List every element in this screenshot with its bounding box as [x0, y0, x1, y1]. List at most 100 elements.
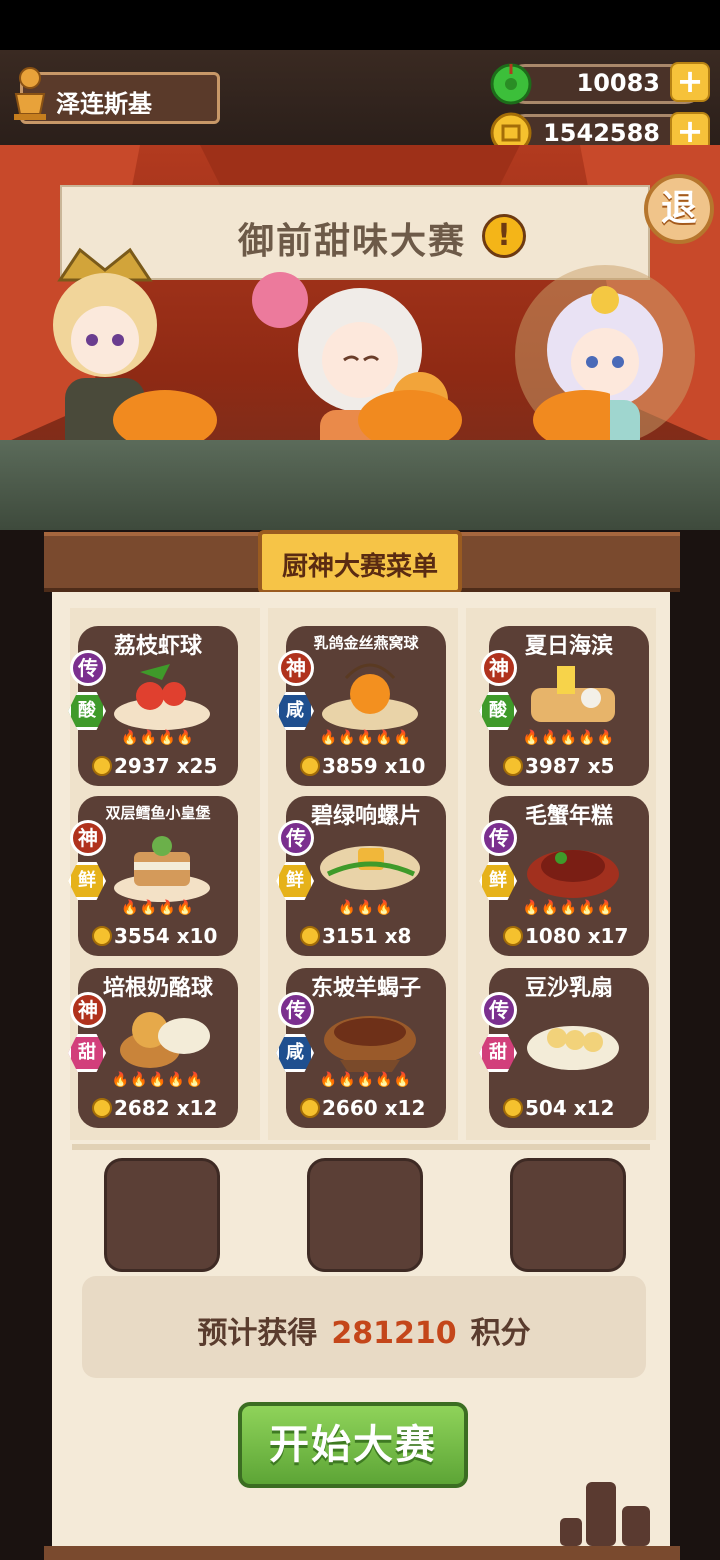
jade-value: 10083 — [576, 69, 661, 97]
coin-icon — [503, 756, 523, 776]
menu-divider — [72, 1144, 650, 1150]
dish-card[interactable]: 碧绿响螺片 传 鲜 🔥🔥🔥 3151 x8 — [276, 796, 446, 956]
dish-qty: x12 — [573, 1096, 615, 1120]
dish-card[interactable]: 东坡羊蝎子 传 咸 🔥🔥🔥🔥🔥 2660 x12 — [276, 968, 446, 1128]
rank-badge: 传 — [278, 820, 314, 856]
rank-badge: 神 — [70, 992, 106, 1028]
coin-icon — [300, 1098, 320, 1118]
dish-name: 毛蟹年糕 — [524, 804, 613, 829]
dish-image — [120, 1012, 210, 1068]
rank-badge: 神 — [481, 650, 517, 686]
dish-qty: x12 — [176, 1096, 218, 1120]
dish-name: 碧绿响螺片 — [310, 804, 421, 829]
dish-name: 夏日海滨 — [524, 634, 613, 659]
dish-price-row: 2682 x12 — [92, 1096, 232, 1126]
dish-price-row: 3554 x10 — [92, 924, 232, 954]
judge-table — [0, 440, 720, 530]
dish-name: 东坡羊蝎子 — [310, 976, 421, 1001]
dish-card[interactable]: 豆沙乳扇 传 甜 504 x12 — [479, 968, 649, 1128]
dish-image — [322, 663, 418, 730]
dish-price-row: 3151 x8 — [300, 924, 440, 954]
menu-title: 厨神大赛菜单 — [281, 552, 438, 582]
rank-badge: 传 — [278, 992, 314, 1028]
start-contest-button[interactable]: 开始大赛 — [238, 1402, 468, 1488]
dish-image — [527, 1026, 619, 1070]
coin-icon — [300, 926, 320, 946]
dish-image — [324, 1016, 416, 1072]
dish-image — [527, 850, 619, 898]
dish-price: 3987 — [525, 754, 581, 778]
dish-name: 培根奶酪球 — [102, 976, 213, 1001]
rank-badge: 传 — [481, 992, 517, 1028]
dish-price: 2660 — [322, 1096, 378, 1120]
dish-price-row: 3987 x5 — [503, 754, 643, 784]
coin-icon — [300, 756, 320, 776]
status-bar — [0, 0, 720, 50]
estimate-value: 281210 — [331, 1316, 457, 1351]
dish-qty: x10 — [384, 754, 426, 778]
rank-badge: 传 — [70, 650, 106, 686]
coin-icon — [503, 926, 523, 946]
dish-price-row: 2660 x12 — [300, 1096, 440, 1126]
jars-decoration — [560, 1482, 650, 1546]
heat-flames-icon: 🔥🔥🔥🔥 — [121, 730, 195, 746]
dish-qty: x8 — [384, 924, 412, 948]
dish-slot-1[interactable] — [104, 1158, 220, 1272]
dish-price: 504 — [525, 1096, 567, 1120]
coin-icon — [92, 1098, 112, 1118]
dish-price: 1080 — [525, 924, 581, 948]
dish-slot-3[interactable] — [510, 1158, 626, 1272]
dish-card[interactable]: 毛蟹年糕 传 鲜 🔥🔥🔥🔥🔥 1080 x17 — [479, 796, 649, 956]
heat-flames-icon: 🔥🔥🔥🔥🔥 — [111, 1072, 205, 1088]
dish-price: 3554 — [114, 924, 170, 948]
estimate-suffix: 积分 — [470, 1316, 531, 1351]
heat-flames-icon: 🔥🔥🔥🔥🔥 — [522, 900, 616, 916]
bottom-rail — [44, 1546, 680, 1560]
dish-price-row: 3859 x10 — [300, 754, 440, 784]
dish-card[interactable]: 双层鳕鱼小皇堡 神 鲜 🔥🔥🔥🔥 3554 x10 — [68, 796, 238, 956]
dish-price: 3859 — [322, 754, 378, 778]
coin-icon — [92, 756, 112, 776]
dish-card[interactable]: 乳鸽金丝燕窝球 神 咸 🔥🔥🔥🔥🔥 3859 x10 — [276, 626, 446, 786]
estimate-prefix: 预计获得 — [197, 1316, 318, 1351]
heat-flames-icon: 🔥🔥🔥🔥🔥 — [319, 730, 413, 746]
jade-icon — [490, 63, 532, 105]
rank-badge: 传 — [481, 820, 517, 856]
dish-qty: x25 — [176, 754, 218, 778]
dish-price-row: 2937 x25 — [92, 754, 232, 784]
exit-button[interactable]: 退 — [644, 174, 714, 244]
dish-card[interactable]: 荔枝虾球 传 酸 🔥🔥🔥🔥 2937 x25 — [68, 626, 238, 786]
dish-price: 2682 — [114, 1096, 170, 1120]
dish-name: 荔枝虾球 — [113, 634, 202, 659]
chef-trophy-icon — [14, 67, 46, 120]
dish-qty: x5 — [587, 754, 615, 778]
dish-name: 乳鸽金丝燕窝球 — [313, 634, 419, 652]
dish-card[interactable]: 夏日海滨 神 酸 🔥🔥🔥🔥🔥 3987 x5 — [479, 626, 649, 786]
dish-card[interactable]: 培根奶酪球 神 甜 🔥🔥🔥🔥🔥 2682 x12 — [68, 968, 238, 1128]
coin-icon — [503, 1098, 523, 1118]
dish-price: 2937 — [114, 754, 170, 778]
heat-flames-icon: 🔥🔥🔥 — [338, 900, 394, 916]
heat-flames-icon: 🔥🔥🔥🔥🔥 — [319, 1072, 413, 1088]
dish-slot-2[interactable] — [307, 1158, 423, 1272]
dish-price-row: 504 x12 — [503, 1096, 643, 1126]
dish-image — [320, 846, 420, 890]
heat-flames-icon: 🔥🔥🔥🔥🔥 — [522, 730, 616, 746]
heat-flames-icon: 🔥🔥🔥🔥 — [121, 900, 195, 916]
dish-qty: x10 — [176, 924, 218, 948]
dish-qty: x12 — [384, 1096, 426, 1120]
dish-qty: x17 — [587, 924, 629, 948]
dish-price-row: 1080 x17 — [503, 924, 643, 954]
dish-name: 双层鳕鱼小皇堡 — [105, 804, 211, 822]
player-name: 泽连斯基 — [56, 90, 152, 118]
add-jade-button[interactable]: + — [670, 62, 710, 102]
dish-image — [114, 664, 210, 730]
dish-price: 3151 — [322, 924, 378, 948]
rank-badge: 神 — [70, 820, 106, 856]
estimate-text: 预计获得 281210 积分 — [82, 1308, 646, 1352]
dish-image — [114, 836, 210, 902]
coin-value: 1542588 — [543, 119, 660, 147]
coin-icon — [92, 926, 112, 946]
rank-badge: 神 — [278, 650, 314, 686]
dish-image — [531, 666, 615, 722]
